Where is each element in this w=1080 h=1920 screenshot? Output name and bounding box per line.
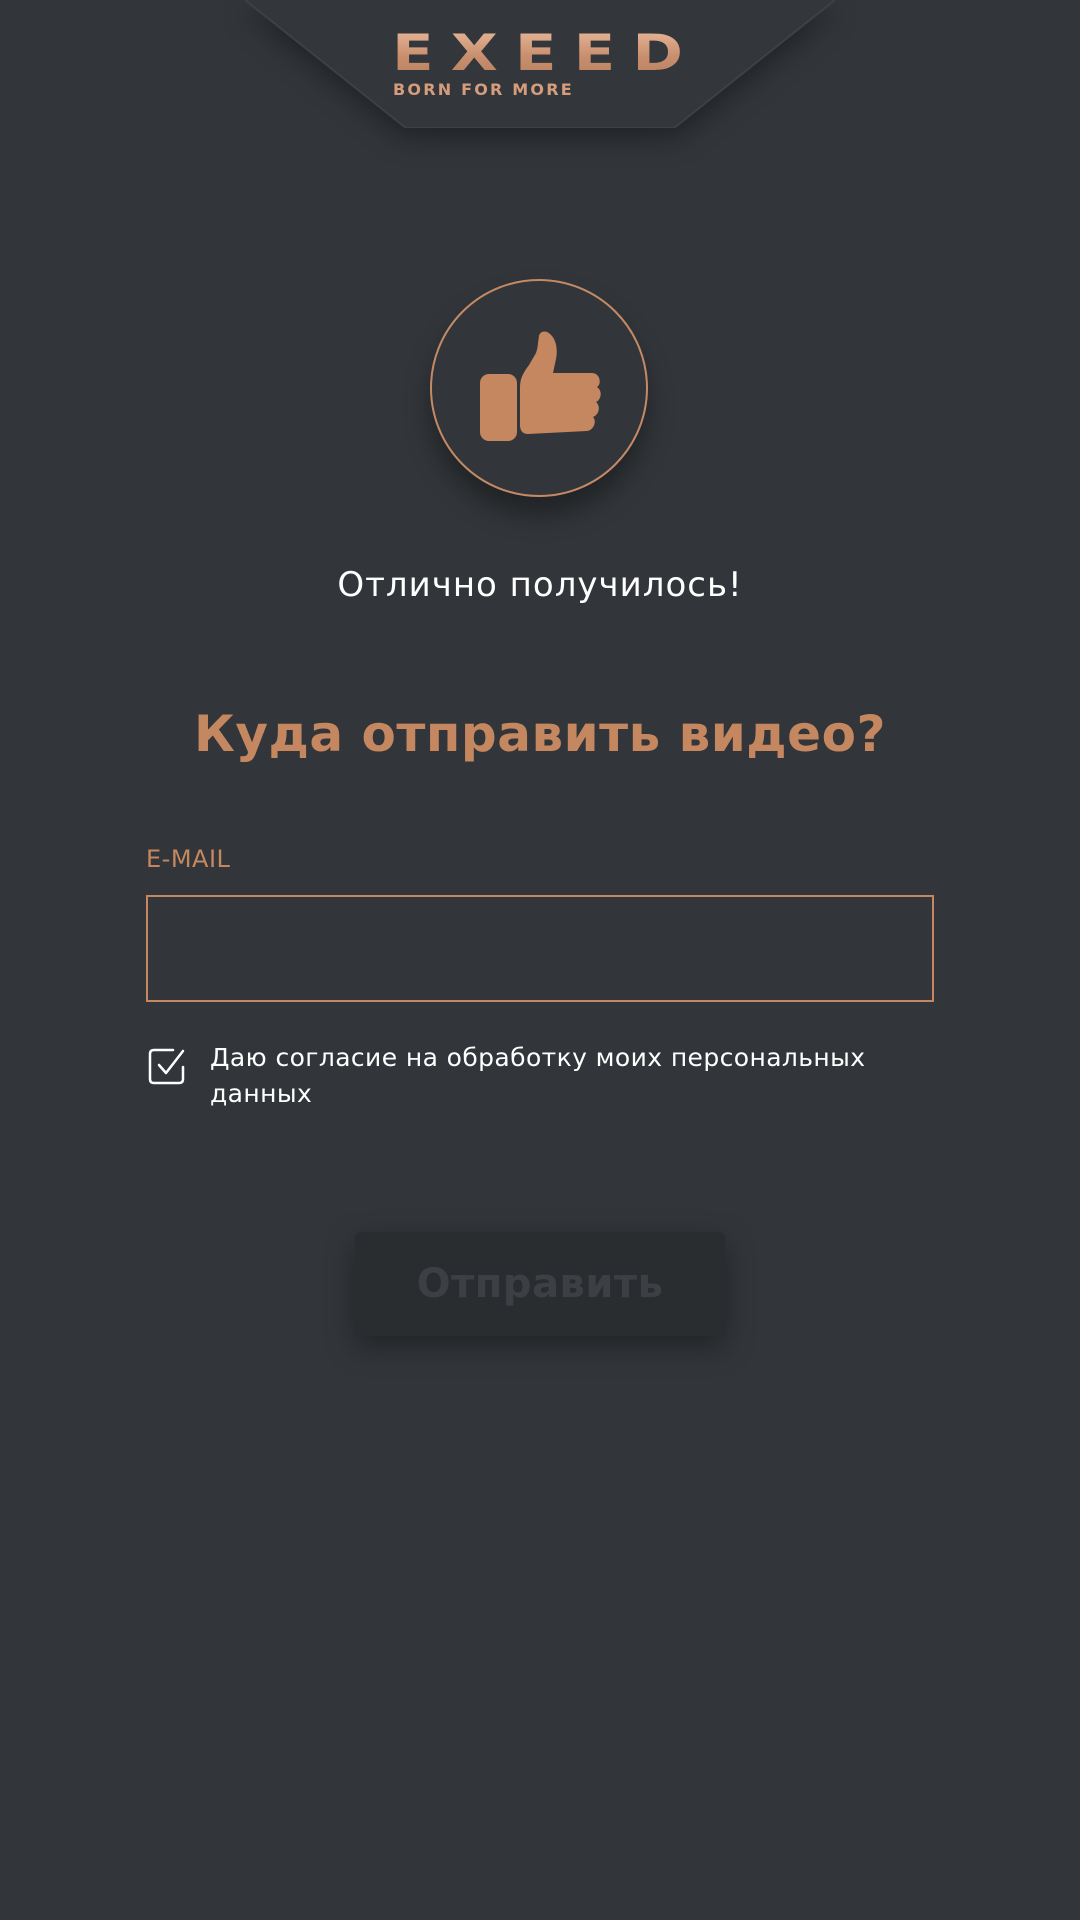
form-title: Куда отправить видео? bbox=[194, 705, 886, 763]
submit-button[interactable]: Отправить bbox=[355, 1232, 725, 1336]
brand-tagline: BORN FOR MORE bbox=[393, 80, 574, 99]
thumbs-up-icon bbox=[480, 331, 601, 441]
brand-logo: EXEED bbox=[392, 24, 701, 82]
success-badge bbox=[430, 279, 648, 497]
check-icon bbox=[157, 1049, 185, 1075]
email-label: E-MAIL bbox=[146, 845, 231, 873]
consent-label: Даю согласие на обработку моих персональ… bbox=[210, 1043, 866, 1108]
header-logo-badge: EXEED BORN FOR MORE bbox=[245, 0, 835, 128]
consent-checkbox[interactable] bbox=[146, 1045, 188, 1087]
success-message: Отлично получилось! bbox=[337, 565, 743, 605]
email-field[interactable] bbox=[146, 895, 934, 1002]
